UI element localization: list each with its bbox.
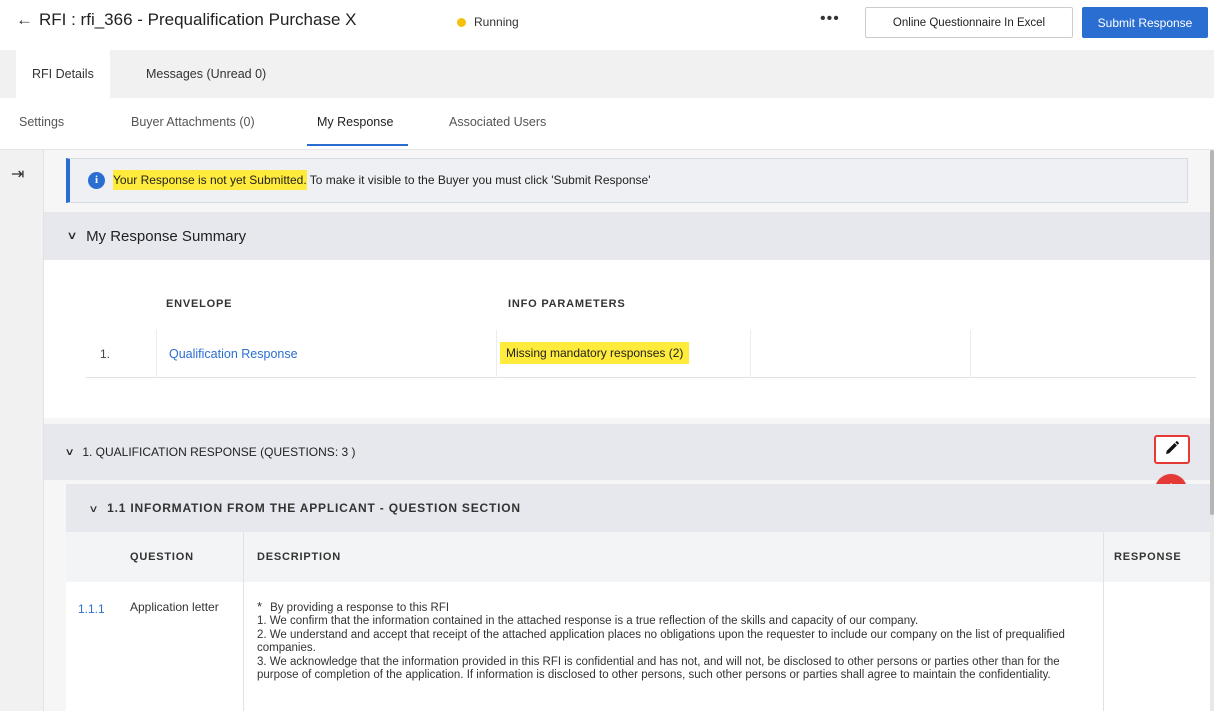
question-description: * By providing a response to this RFI 1. … xyxy=(257,600,1087,682)
page-header: ← RFI : rfi_366 - Prequalification Purch… xyxy=(0,0,1214,48)
chevron-down-icon: ∨ xyxy=(88,504,100,515)
pencil-icon xyxy=(1166,441,1179,454)
description-intro: By providing a response to this RFI xyxy=(270,602,450,614)
more-options-icon[interactable]: ••• xyxy=(820,10,840,28)
info-banner-highlight: Your Response is not yet Submitted. xyxy=(113,170,307,190)
back-arrow-icon[interactable]: ← xyxy=(16,10,33,30)
question-name: Application letter xyxy=(130,600,219,614)
edit-button[interactable] xyxy=(1154,435,1190,464)
questions-table-header: QUESTION DESCRIPTION RESPONSE xyxy=(66,532,1210,582)
description-line: * By providing a response to this RFI xyxy=(257,600,1087,615)
tab-my-response[interactable]: My Response xyxy=(317,115,393,129)
active-tab-indicator xyxy=(307,144,408,146)
side-rail: ⇥ xyxy=(0,150,44,711)
info-banner-message: To make it visible to the Buyer you must… xyxy=(306,173,651,187)
info-banner: i Your Response is not yet Submitted. To… xyxy=(66,158,1188,203)
tab-messages[interactable]: Messages (Unread 0) xyxy=(146,50,266,98)
tab-associated-users[interactable]: Associated Users xyxy=(449,115,546,129)
column-divider xyxy=(496,330,497,378)
question-section-title-text: 1.1 INFORMATION FROM THE APPLICANT - QUE… xyxy=(107,501,521,515)
scrollbar-thumb[interactable] xyxy=(1210,150,1214,515)
primary-tab-bar: RFI Details Messages (Unread 0) xyxy=(0,50,1214,98)
status-label: Running xyxy=(474,15,519,29)
column-header-question: QUESTION xyxy=(130,551,194,563)
qualification-title-text: 1. QUALIFICATION RESPONSE (QUESTIONS: 3 … xyxy=(82,445,356,459)
status-dot-icon xyxy=(457,18,466,27)
questions-table: QUESTION DESCRIPTION RESPONSE 1.1.1 Appl… xyxy=(66,532,1210,711)
missing-responses-badge: Missing mandatory responses (2) xyxy=(500,342,690,364)
question-section-title: ∨ 1.1 INFORMATION FROM THE APPLICANT - QU… xyxy=(88,501,521,515)
column-header-envelope: ENVELOPE xyxy=(166,298,233,310)
description-line: 1. We confirm that the information conta… xyxy=(257,615,919,628)
question-number-link[interactable]: 1.1.1 xyxy=(78,602,105,616)
column-header-response: RESPONSE xyxy=(1114,551,1182,563)
summary-title-text: My Response Summary xyxy=(86,228,247,245)
column-divider xyxy=(1103,532,1104,711)
chevron-down-icon: ∨ xyxy=(66,230,78,242)
tab-rfi-details[interactable]: RFI Details xyxy=(16,50,110,98)
asterisk-icon: * xyxy=(257,599,263,614)
vertical-scrollbar[interactable] xyxy=(1210,150,1214,711)
description-line: 3. We acknowledge that the information p… xyxy=(257,655,1060,682)
response-summary-header[interactable]: ∨ My Response Summary xyxy=(44,212,1210,260)
column-header-description: DESCRIPTION xyxy=(257,551,341,563)
expand-panel-icon[interactable]: ⇥ xyxy=(11,164,24,184)
table-row: 1. Qualification Response Missing mandat… xyxy=(86,330,1196,378)
tab-buyer-attachments[interactable]: Buyer Attachments (0) xyxy=(131,115,255,129)
secondary-tab-bar: Settings Buyer Attachments (0) My Respon… xyxy=(0,98,1214,150)
status-indicator: Running xyxy=(457,15,519,29)
chevron-down-icon: ∨ xyxy=(64,447,75,458)
qualification-response-title: ∨ 1. QUALIFICATION RESPONSE (QUESTIONS: 3… xyxy=(64,445,356,459)
info-icon: i xyxy=(88,172,105,189)
row-index: 1. xyxy=(100,347,111,361)
question-section-header[interactable]: ∨ 1.1 INFORMATION FROM THE APPLICANT - QU… xyxy=(66,484,1210,532)
info-banner-text: Your Response is not yet Submitted. To m… xyxy=(113,170,651,190)
qualification-response-header[interactable]: ∨ 1. QUALIFICATION RESPONSE (QUESTIONS: 3… xyxy=(44,424,1210,480)
response-summary-title: ∨ My Response Summary xyxy=(66,228,247,245)
submit-response-button[interactable]: Submit Response xyxy=(1082,7,1208,38)
description-line: 2. We understand and accept that receipt… xyxy=(257,628,1065,655)
column-divider xyxy=(970,330,971,378)
page-title: RFI : rfi_366 - Prequalification Purchas… xyxy=(39,10,357,29)
tab-settings[interactable]: Settings xyxy=(19,115,64,129)
column-divider xyxy=(750,330,751,378)
online-questionnaire-excel-button[interactable]: Online Questionnaire In Excel xyxy=(865,7,1073,38)
qualification-response-link[interactable]: Qualification Response xyxy=(169,347,298,361)
response-summary-panel: ENVELOPE INFO PARAMETERS 1. Qualificatio… xyxy=(44,260,1210,418)
column-divider xyxy=(243,532,244,711)
column-divider xyxy=(156,330,157,378)
column-header-info-parameters: INFO PARAMETERS xyxy=(508,298,626,310)
